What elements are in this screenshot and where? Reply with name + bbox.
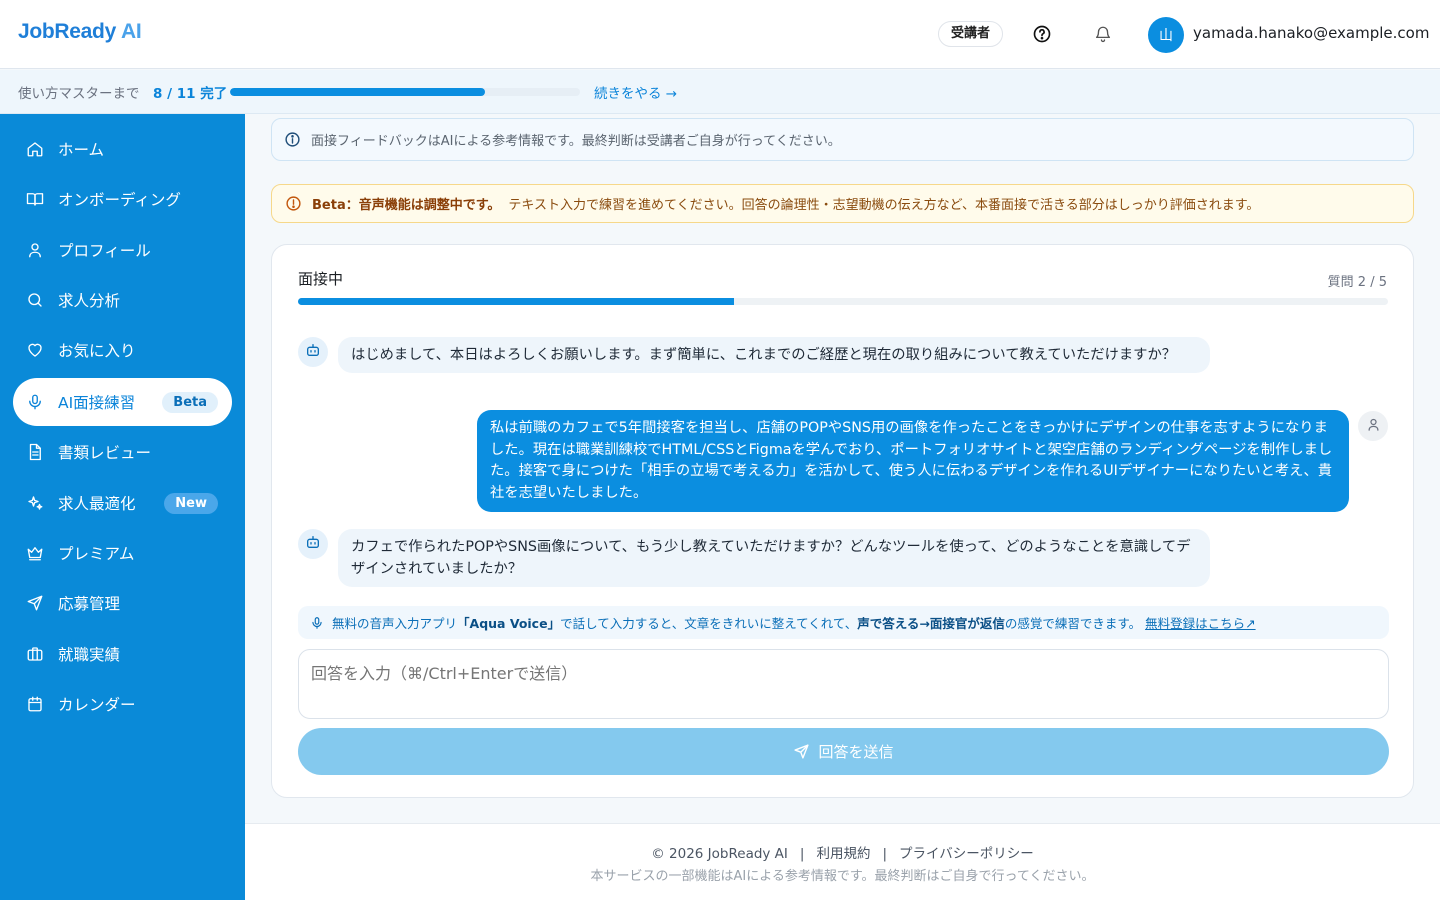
- send-icon: [793, 743, 810, 760]
- mic-icon: [25, 392, 45, 412]
- sidebar-item-label: 書類レビュー: [58, 444, 152, 462]
- voice-tip-app-name: 「Aqua Voice」: [457, 616, 561, 631]
- beta-voice-banner: Beta：音声機能は調整中です。 テキスト入力で練習を進めてください。回答の論理…: [271, 184, 1414, 223]
- sidebar-item-favorites[interactable]: お気に入り: [13, 326, 232, 374]
- interview-progress-fill: [298, 298, 734, 305]
- question-counter: 質問 2 / 5: [1327, 275, 1387, 290]
- sidebar-item-placements[interactable]: 就職実績: [13, 630, 232, 678]
- info-icon: [284, 131, 301, 148]
- sidebar-item-onboarding[interactable]: オンボーディング: [13, 175, 232, 223]
- sidebar-item-label: 求人分析: [58, 292, 121, 310]
- sidebar-item-label: 就職実績: [58, 646, 121, 664]
- continue-onboarding-link[interactable]: 続きをやる →: [594, 82, 677, 102]
- sidebar-item-job-analysis[interactable]: 求人分析: [13, 276, 232, 324]
- footer-separator: |: [882, 846, 888, 862]
- sidebar-item-label: プレミアム: [58, 545, 135, 563]
- beta-badge: Beta: [162, 392, 218, 413]
- sidebar-item-label: 求人最適化: [58, 495, 136, 513]
- warning-icon: [285, 195, 302, 212]
- voice-input-tip: 無料の音声入力アプリ 「Aqua Voice」 で話して入力すると、文章をきれいに整…: [298, 606, 1389, 639]
- voice-tip-signup-link[interactable]: 無料登録はこちら↗: [1145, 613, 1255, 632]
- help-icon[interactable]: [1030, 22, 1054, 46]
- search-icon: [25, 290, 45, 310]
- interviewer-message: はじめまして、本日はよろしくお願いします。まず簡単に、これまでのご経歴と現在の取…: [338, 337, 1210, 373]
- user-message: 私は前職のカフェで5年間接客を担当し、店舗のPOPやSNS用の画像を作ったことを…: [477, 410, 1349, 512]
- sidebar: ホーム オンボーディング プロフィール 求人分析 お気に入り AI面接練習 Be…: [0, 114, 245, 900]
- sparkles-icon: [25, 493, 45, 513]
- sidebar-item-premium[interactable]: プレミアム: [13, 529, 232, 577]
- user-icon: [25, 240, 45, 260]
- sidebar-item-label: オンボーディング: [58, 191, 181, 209]
- calendar-icon: [25, 694, 45, 714]
- sidebar-item-home[interactable]: ホーム: [13, 125, 232, 173]
- sidebar-item-ai-interview[interactable]: AI面接練習 Beta: [13, 378, 232, 426]
- onboarding-progress-count: 8 / 11 完了: [153, 86, 228, 102]
- onboarding-progress-bar: [230, 88, 580, 96]
- footer-separator: |: [799, 846, 805, 862]
- interview-progress-bar: [298, 298, 1388, 305]
- user-email[interactable]: yamada.hanako@example.com: [1193, 24, 1429, 42]
- sidebar-item-label: プロフィール: [58, 242, 151, 260]
- copyright: © 2026 JobReady AI: [651, 846, 788, 862]
- ai-disclaimer-text: 面接フィードバックはAIによる参考情報です。最終判断は受講者ご自身が行ってくださ…: [311, 134, 841, 149]
- sidebar-item-document-review[interactable]: 書類レビュー: [13, 428, 232, 476]
- interviewer-avatar: [298, 337, 328, 367]
- role-badge: 受講者: [938, 21, 1004, 47]
- privacy-link[interactable]: プライバシーポリシー: [899, 846, 1034, 862]
- onboarding-progress-label: 使い方マスターまで: [18, 86, 140, 102]
- user-avatar[interactable]: 山: [1148, 17, 1184, 53]
- bot-icon: [305, 342, 321, 362]
- footer-links: © 2026 JobReady AI | 利用規約 | プライバシーポリシー: [245, 842, 1440, 862]
- candidate-avatar: [1358, 411, 1388, 441]
- bell-icon[interactable]: [1091, 22, 1115, 46]
- beta-banner-text: テキスト入力で練習を進めてください。回答の論理性・志望動機の伝え方など、本番面接…: [508, 198, 1260, 213]
- voice-tip-highlight: 声で答える→面接官が返信: [857, 616, 1005, 631]
- sidebar-item-applications[interactable]: 応募管理: [13, 579, 232, 627]
- sidebar-item-calendar[interactable]: カレンダー: [13, 680, 232, 728]
- briefcase-icon: [25, 644, 45, 664]
- book-icon: [25, 189, 45, 209]
- heart-icon: [25, 340, 45, 360]
- logo-main: JobReady: [18, 20, 116, 43]
- interviewer-message: カフェで作られたPOPやSNS画像について、もう少し教えていただけますか？どんな…: [338, 529, 1210, 587]
- onboarding-progress-fill: [230, 88, 485, 96]
- send-answer-label: 回答を送信: [818, 744, 894, 761]
- send-icon: [25, 593, 45, 613]
- logo-ai: AI: [120, 20, 142, 43]
- sidebar-item-label: お気に入り: [58, 342, 136, 360]
- sidebar-item-label: AI面接練習: [58, 394, 136, 412]
- voice-tip-mid: で話して入力すると、文章をきれいに整えてくれて、: [560, 616, 858, 631]
- sidebar-item-label: カレンダー: [58, 696, 136, 714]
- voice-tip-pre: 無料の音声入力アプリ: [332, 616, 458, 631]
- interview-status-title: 面接中: [298, 270, 344, 288]
- mic-icon: [310, 616, 324, 630]
- footer: © 2026 JobReady AI | 利用規約 | プライバシーポリシー 本サービス…: [245, 823, 1440, 900]
- beta-banner-title: Beta：音声機能は調整中です。: [312, 198, 501, 213]
- sidebar-item-profile[interactable]: プロフィール: [13, 226, 232, 274]
- terms-link[interactable]: 利用規約: [816, 846, 870, 862]
- ai-disclaimer-banner: 面接フィードバックはAIによる参考情報です。最終判断は受講者ご自身が行ってくださ…: [271, 118, 1414, 161]
- new-badge: New: [164, 493, 218, 514]
- home-icon: [25, 139, 45, 159]
- sidebar-item-label: 応募管理: [58, 595, 121, 613]
- interview-card: 面接中 質問 2 / 5 はじめまして、本日はよろしくお願いします。まず簡単に、…: [271, 244, 1414, 798]
- bot-icon: [305, 534, 321, 554]
- footer-note: 本サービスの一部機能はAIによる参考情報です。最終判断はご自身で行ってください。: [590, 869, 1095, 884]
- app-logo[interactable]: JobReady AI: [18, 20, 142, 44]
- interviewer-avatar: [298, 529, 328, 559]
- sidebar-item-job-optimize[interactable]: 求人最適化 New: [13, 479, 232, 527]
- voice-tip-post: の感覚で練習できます。: [1004, 616, 1142, 631]
- crown-icon: [25, 543, 45, 563]
- onboarding-progress-strip: 使い方マスターまで 8 / 11 完了 続きをやる →: [0, 70, 1440, 114]
- sidebar-item-label: ホーム: [58, 141, 105, 159]
- answer-input[interactable]: [298, 649, 1389, 719]
- user-icon: [1366, 417, 1381, 436]
- document-icon: [25, 442, 45, 462]
- top-header: JobReady AI 受講者 山 yamada.hanako@example.c…: [0, 0, 1440, 69]
- send-answer-button[interactable]: 回答を送信: [298, 728, 1389, 775]
